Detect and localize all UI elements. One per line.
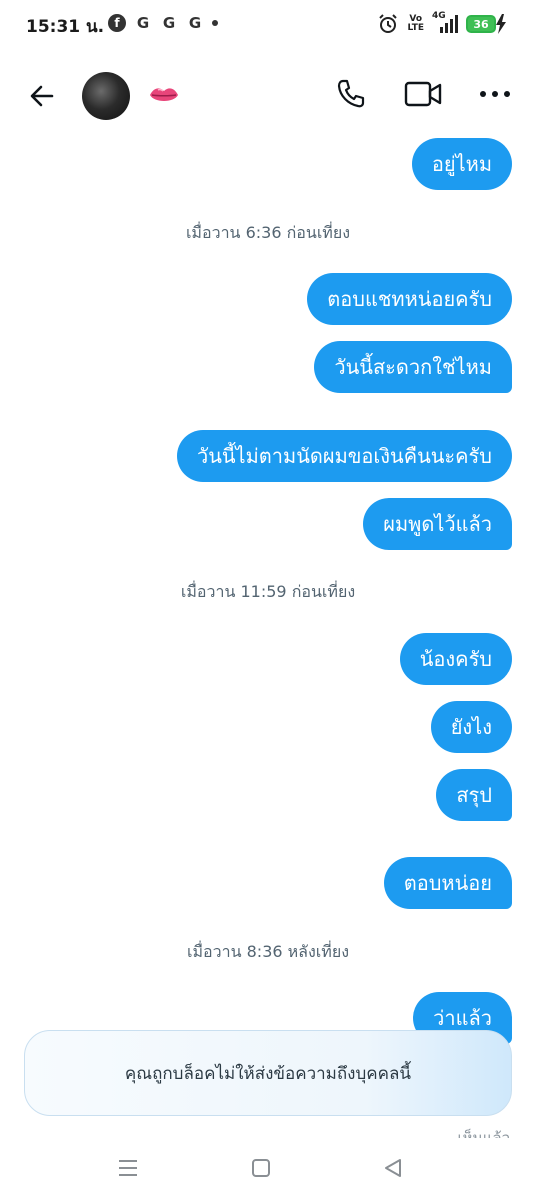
message-bubble[interactable]: ยังไง <box>430 701 512 753</box>
video-call-icon[interactable] <box>404 80 442 108</box>
back-arrow-icon[interactable] <box>26 80 58 112</box>
message-bubble[interactable]: วันนี้ไม่ตามนัดผมขอเงินคืนนะครับ <box>176 430 512 482</box>
battery-icon: 36 <box>466 15 496 33</box>
message-bubble[interactable]: อยู่ไหม <box>411 138 512 190</box>
message-bubble[interactable]: ตอบแชทหน่อยครับ <box>307 273 512 325</box>
volte-icon: Vo LTE <box>407 14 424 33</box>
g-notification-icon: G <box>188 14 202 32</box>
phone-call-icon[interactable] <box>336 78 366 110</box>
message-bubble[interactable]: น้องครับ <box>399 633 512 685</box>
signal-icon: 4G <box>432 12 458 34</box>
notification-icons: f G G G <box>108 14 218 32</box>
message-bubble[interactable]: สรุป <box>436 769 512 821</box>
seen-status: เห็นแล้ว <box>457 1129 510 1138</box>
lips-emoji-icon <box>150 88 178 101</box>
home-icon[interactable] <box>251 1158 271 1178</box>
g-notification-icon: G <box>136 14 150 32</box>
facebook-icon: f <box>108 14 126 32</box>
message-bubble[interactable]: วันนี้สะดวกใช่ไหม <box>314 341 512 393</box>
g-notification-icon: G <box>162 14 176 32</box>
more-options-icon[interactable] <box>478 84 512 104</box>
recent-apps-icon[interactable] <box>117 1158 139 1178</box>
status-time: 15:31 น. <box>26 17 105 37</box>
status-icons: Vo LTE 4G 36 <box>377 12 496 35</box>
timestamp: เมื่อวาน 11:59 ก่อนเที่ยง <box>180 582 356 601</box>
timestamp: เมื่อวาน 8:36 หลังเที่ยง <box>187 942 349 961</box>
message-bubble[interactable]: ตอบหน่อย <box>383 857 512 909</box>
status-bar: 15:31 น. f G G G Vo LTE 4G 36 <box>0 0 536 50</box>
charging-icon <box>496 14 506 34</box>
alarm-icon <box>379 14 398 33</box>
more-notifications-dot <box>212 20 218 26</box>
blocked-notice: คุณถูกบล็อคไม่ให้ส่งข้อความถึงบุคคลนี้ <box>24 1030 512 1116</box>
conversation-header <box>0 64 536 128</box>
system-nav-bar <box>0 1140 536 1200</box>
nav-back-icon[interactable] <box>382 1157 404 1179</box>
avatar[interactable] <box>82 72 130 120</box>
message-list: อยู่ไหม เมื่อวาน 6:36 ก่อนเที่ยง ตอบแชทห… <box>0 128 536 1138</box>
message-bubble[interactable]: ผมพูดไว้แล้ว <box>363 498 512 550</box>
timestamp: เมื่อวาน 6:36 ก่อนเที่ยง <box>185 223 351 242</box>
